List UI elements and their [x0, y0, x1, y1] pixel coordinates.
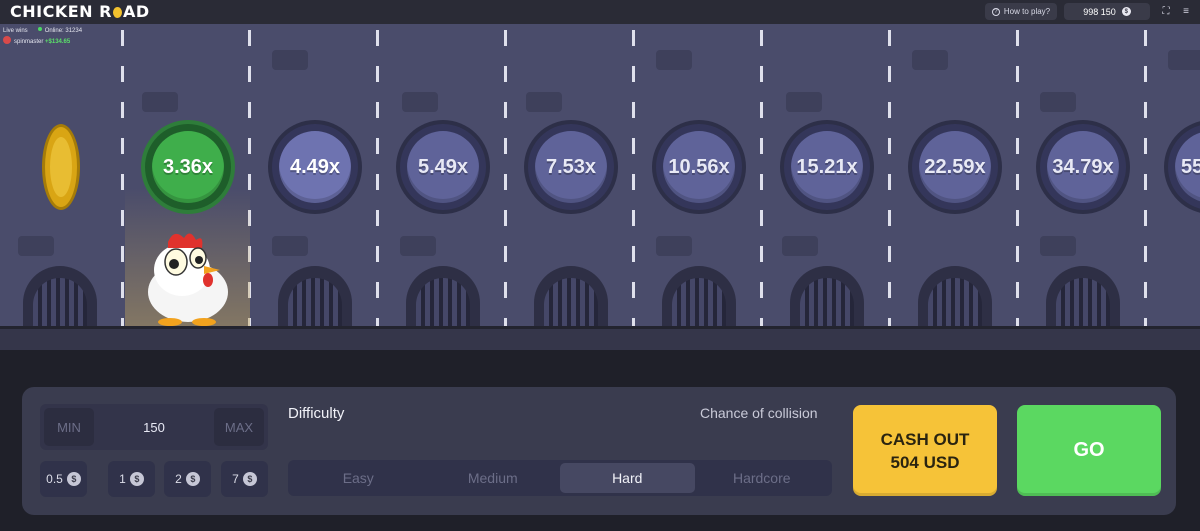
multiplier-coin[interactable]: 3.36x [145, 124, 231, 210]
quick-bet-value: 1 [119, 472, 126, 486]
quick-bet-value: 7 [232, 472, 239, 486]
wall-brick [656, 50, 692, 70]
wall-brick [142, 92, 178, 112]
wall-brick [1040, 92, 1076, 112]
lane-divider [760, 30, 763, 330]
win-amount: +$134.65 [45, 39, 71, 45]
difficulty-hard[interactable]: Hard [560, 463, 695, 493]
bet-amount-input[interactable]: 150 [143, 420, 165, 435]
quick-bet-button[interactable]: 7 $ [221, 461, 268, 497]
multiplier-value: 22.59x [919, 131, 991, 203]
cash-out-label: CASH OUT [880, 429, 970, 449]
info-icon: ? [991, 7, 1000, 16]
wall-brick [656, 236, 692, 256]
lane-divider [888, 30, 891, 330]
dollar-coin-icon: $ [129, 472, 144, 486]
game-logo: CHICKEN R AD [10, 2, 150, 21]
quick-bet-button[interactable]: 2 $ [164, 461, 211, 497]
difficulty-medium[interactable]: Medium [426, 463, 561, 493]
online-count: Online: 31234 [44, 28, 83, 34]
fullscreen-icon[interactable]: ⛶ [1157, 3, 1175, 20]
balance-display: 998 150 $ [1064, 3, 1150, 20]
winner-name: spinmaster [14, 39, 44, 45]
multiplier-value: 3.36x [152, 131, 224, 203]
wall-brick [912, 50, 948, 70]
top-bar: CHICKEN R AD ? How to play? 998 150 $ ⛶ ≡ [0, 0, 1200, 24]
lane-divider [632, 30, 635, 330]
wall-brick [526, 92, 562, 112]
wall-brick [272, 50, 308, 70]
difficulty-label: Difficulty [288, 405, 345, 422]
how-to-play-button[interactable]: ? How to play? [985, 3, 1057, 20]
wall-brick [786, 92, 822, 112]
avatar [3, 36, 11, 44]
sewer-grate [406, 266, 480, 326]
wall-brick [782, 236, 818, 256]
sewer-grate [534, 266, 608, 326]
live-wins-label: Live wins [3, 28, 28, 34]
wall-brick [1168, 50, 1200, 70]
quick-bet-button[interactable]: 1 $ [108, 461, 155, 497]
online-dot-icon [37, 27, 42, 31]
min-bet-button[interactable]: MIN [44, 408, 94, 446]
difficulty-selector: Easy Medium Hard Hardcore [288, 460, 832, 496]
lane-divider [504, 30, 507, 330]
wall-brick [272, 236, 308, 256]
start-gold-coin-icon [42, 124, 80, 210]
lane-divider [1016, 30, 1019, 330]
live-wins-panel: Live wins Online: 31234 spinmaster +$134.… [3, 26, 82, 47]
sewer-grate [23, 266, 97, 326]
multiplier-value: 4.49x [279, 131, 351, 203]
lane-divider [376, 30, 379, 330]
multiplier-coin[interactable]: 55 [1168, 124, 1200, 210]
sewer-grate [1046, 266, 1120, 326]
cash-out-button[interactable]: CASH OUT 504 USD [853, 405, 997, 496]
dollar-coin-icon: $ [242, 472, 257, 486]
sewer-grate [790, 266, 864, 326]
bet-amount-box: MIN 150 MAX [40, 404, 268, 450]
game-stage: 3.36x 4.49x 5.49x 7.53x 10.56x 15.21x 22… [0, 0, 1200, 350]
sewer-grate [918, 266, 992, 326]
sewer-grate [278, 266, 352, 326]
quick-bet-value: 2 [175, 472, 182, 486]
multiplier-value: 10.56x [663, 131, 735, 203]
how-to-play-label: How to play? [1003, 7, 1051, 16]
quick-bet-value: 0.5 [46, 472, 63, 486]
multiplier-value: 55 [1175, 131, 1200, 203]
balance-value: 998 150 [1083, 6, 1116, 17]
quick-bet-button[interactable]: 0.5 $ [40, 461, 87, 497]
multiplier-value: 7.53x [535, 131, 607, 203]
difficulty-hardcore[interactable]: Hardcore [695, 463, 830, 493]
difficulty-easy[interactable]: Easy [291, 463, 426, 493]
max-bet-button[interactable]: MAX [213, 408, 264, 446]
go-button[interactable]: GO [1017, 405, 1161, 496]
dollar-coin-icon: $ [66, 472, 81, 486]
egg-icon [112, 7, 122, 18]
wall-brick [402, 92, 438, 112]
collision-chance-label: Chance of collision [700, 405, 818, 421]
multiplier-coin[interactable]: 4.49x [272, 124, 358, 210]
sewer-grate [662, 266, 736, 326]
multiplier-coin[interactable]: 7.53x [528, 124, 614, 210]
multiplier-coin[interactable]: 22.59x [912, 124, 998, 210]
wall-brick [18, 236, 54, 256]
dollar-coin-icon: $ [185, 472, 200, 486]
road-strip [0, 326, 1200, 350]
lane-divider [1144, 30, 1147, 330]
wall-brick [1040, 236, 1076, 256]
cash-out-amount: 504 USD [890, 452, 960, 472]
multiplier-value: 34.79x [1047, 131, 1119, 203]
lane-divider [121, 30, 124, 330]
multiplier-coin[interactable]: 15.21x [784, 124, 870, 210]
chicken-icon [148, 233, 228, 326]
multiplier-value: 5.49x [407, 131, 479, 203]
hamburger-menu-icon[interactable]: ≡ [1177, 3, 1195, 20]
dollar-coin-icon: $ [1121, 7, 1131, 16]
wall-brick [400, 236, 436, 256]
multiplier-coin[interactable]: 5.49x [400, 124, 486, 210]
multiplier-coin[interactable]: 10.56x [656, 124, 742, 210]
multiplier-value: 15.21x [791, 131, 863, 203]
multiplier-coin[interactable]: 34.79x [1040, 124, 1126, 210]
